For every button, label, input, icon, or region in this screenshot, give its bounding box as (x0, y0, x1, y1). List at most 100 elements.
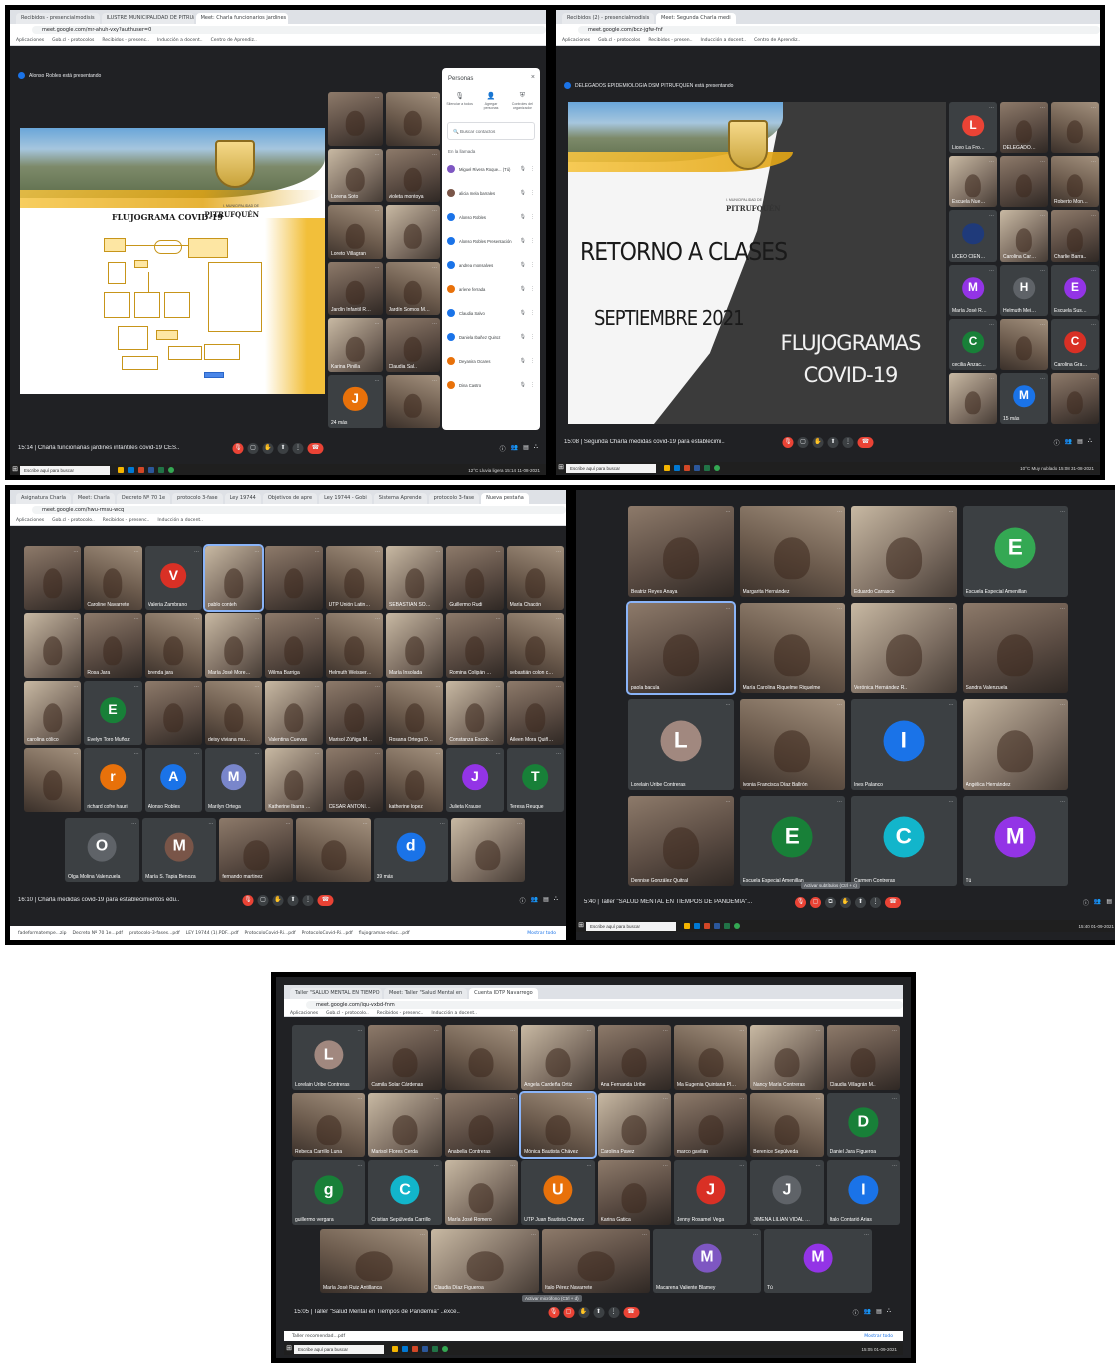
edge-icon[interactable] (402, 1346, 408, 1352)
participant-tile[interactable]: ⋯ Caroline Navarrete (84, 546, 142, 611)
participant-tile[interactable]: C ⋯ Carolina Grave Vale.. (1051, 318, 1099, 370)
file-explorer-icon[interactable] (664, 465, 670, 471)
more-options-icon[interactable]: ⋮ (530, 262, 535, 268)
browser-tab[interactable]: Cuenta IDTP Navarrego (469, 988, 538, 999)
participant-tile[interactable]: ⋯ LICEO CIENCIAS Y.. (949, 210, 997, 262)
browser-tab[interactable]: Meet: Segunda Charla medi (656, 13, 736, 24)
mic-off-button[interactable]: 🎙 (782, 436, 794, 448)
bookmark-item[interactable]: Recibidos - presenc.. (102, 38, 149, 43)
hang-up-button[interactable]: ☎ (307, 442, 324, 454)
person-row[interactable]: Alonso Robles 🎙 ⋮ (442, 205, 540, 229)
activities-icon[interactable]: ⛬ (1088, 438, 1092, 447)
more-options-icon[interactable]: ⋮ (530, 190, 535, 196)
participant-tile[interactable]: ⋯ Escuela Nuevo Ho.. (949, 156, 997, 208)
participant-tile[interactable]: M ⋯ Tú (962, 795, 1068, 886)
participant-tile[interactable]: ⋯ Jardín Somos Mag.. (385, 261, 440, 315)
participant-tile[interactable]: M ⋯ María S. Tapia Benoza (142, 818, 217, 882)
bookmark-item[interactable]: Recibidos - presenc.. (377, 1011, 424, 1016)
participant-tile[interactable]: E ⋯ Escuela Especial Amenillan (739, 795, 845, 886)
word-icon[interactable] (694, 465, 700, 471)
participant-tile[interactable]: ⋯ Margarita Hernández (739, 506, 845, 597)
participant-tile[interactable]: ⋯ Beatriz Reyes Anaya (628, 506, 734, 597)
participant-tile[interactable]: M ⋯ Macarena Valiente Blamey (653, 1229, 761, 1293)
participant-tile[interactable]: ⋯ Wilma Barriga (265, 613, 323, 678)
participant-tile[interactable]: ⋯ Roberto Moncad.. (1051, 156, 1099, 208)
bookmark-item[interactable]: Aplicaciones (562, 38, 590, 43)
activities-icon[interactable]: ⛬ (887, 1308, 891, 1317)
bookmark-item[interactable]: Aplicaciones (290, 1011, 318, 1016)
participant-tile[interactable]: ⋯ (1000, 156, 1048, 208)
bookmark-item[interactable]: Recibidos - presenc.. (103, 518, 150, 523)
more-options-button[interactable]: ⋮ (842, 436, 854, 448)
taskbar-search[interactable]: Escribe aquí para buscar (294, 1344, 384, 1354)
participant-tile[interactable]: ⋯ (24, 747, 82, 812)
participant-tile[interactable]: ⋯ Marisol Flores Cerda (368, 1092, 442, 1158)
participant-tile[interactable]: ⋯ (1000, 318, 1048, 370)
hang-up-button[interactable]: ☎ (623, 1306, 639, 1318)
participant-tile[interactable]: ⋯ (1051, 102, 1099, 154)
file-explorer-icon[interactable] (392, 1346, 398, 1352)
participant-tile[interactable]: ⋯ (24, 613, 82, 678)
camera-button[interactable]: ▢ (257, 894, 269, 906)
present-button[interactable]: ⬆ (855, 896, 866, 908)
more-options-button[interactable]: ⋮ (302, 894, 314, 906)
browser-tab[interactable]: Recibidos - presencialmodisis (16, 13, 100, 24)
participant-tile[interactable]: C ⋯ Carmen Contreras (851, 795, 957, 886)
participant-tile[interactable]: d ⋯ 39 más (373, 818, 448, 882)
participant-tile[interactable]: ⋯ DELEGADOS EPI.. (1000, 102, 1048, 154)
chat-icon[interactable]: ▤ (876, 1308, 882, 1317)
address-bar[interactable]: meet.google.com/bcz-jgfw-fnf (578, 26, 1100, 34)
participant-tile[interactable]: J ⋯ 24 más (328, 374, 383, 428)
raise-hand-button[interactable]: ✋ (812, 436, 824, 448)
browser-tab[interactable]: Meet: Charla funcionarios jardines (195, 13, 288, 24)
browser-tab[interactable]: Nueva pestaña (481, 493, 529, 504)
more-options-icon[interactable]: ⋮ (530, 382, 535, 388)
edge-icon[interactable] (128, 467, 134, 473)
participant-tile[interactable]: g ⋯ guillermo vergara (292, 1160, 366, 1225)
participant-tile[interactable]: ⋯ Angela Cardeña Ortiz (521, 1025, 595, 1090)
participant-tile[interactable]: ⋯ Karina Pinilla (328, 318, 383, 372)
participant-tile[interactable]: ⋯ Guillermo Rudi (446, 546, 504, 611)
participant-tile[interactable]: ⋯ Ivonia Francisca Díaz Ballrón (739, 699, 845, 790)
participant-tile[interactable]: D ⋯ Daniel Jara Figueroa (826, 1092, 900, 1158)
bookmark-item[interactable]: Recibidos - presen.. (648, 38, 692, 43)
bookmark-item[interactable]: Centro de Aprendiz.. (754, 38, 800, 43)
participant-tile[interactable]: ⋯ Mónica Bautista Chávez (519, 1090, 597, 1160)
more-options-button[interactable]: ⋮ (292, 442, 304, 454)
participant-tile[interactable]: L ⋯ Lorelain Uribe Contreras (292, 1025, 366, 1090)
chrome-icon[interactable] (734, 923, 740, 929)
participant-tile[interactable]: T ⋯ Teresa Reuque (506, 747, 564, 812)
participant-tile[interactable]: ⋯ brenda jara (144, 613, 202, 678)
participant-tile[interactable]: ⋯ Lorena Soto (328, 148, 383, 202)
person-row[interactable]: alicia mela barrales 🎙 ⋮ (442, 181, 540, 205)
download-item[interactable]: flujogramas-educ...pdf (359, 931, 410, 936)
present-button[interactable]: ⬆ (287, 894, 299, 906)
participant-tile[interactable]: ⋯ María José Romero (444, 1160, 519, 1225)
participant-tile[interactable]: ⋯ Italo Pérez Navarrete (542, 1229, 650, 1293)
participant-tile[interactable]: ⋯ Constanza Escobar La.. (446, 680, 504, 745)
participant-tile[interactable]: ⋯ (444, 1025, 519, 1090)
excel-icon[interactable] (432, 1346, 438, 1352)
participant-tile[interactable]: ⋯ SEBASTIAN SOTO MAR.. (385, 546, 444, 611)
info-icon[interactable]: ⓘ (853, 1308, 859, 1317)
participant-tile[interactable]: ⋯ María José Ruiz Antillanca (320, 1229, 428, 1293)
mic-off-icon[interactable]: 🎙 (520, 334, 526, 340)
participant-tile[interactable]: ⋯ Rosa Jara (84, 613, 142, 678)
participant-tile[interactable]: E ⋯ Evelyn Toro Muñoz (84, 680, 142, 745)
participant-tile[interactable]: ⋯ (24, 546, 82, 611)
participant-tile[interactable]: M ⋯ María José Roa Av.. (949, 264, 997, 316)
participant-tile[interactable]: ⋯ sebastián colon cuevas (506, 613, 564, 678)
more-options-button[interactable]: ⋮ (608, 1306, 619, 1318)
participant-tile[interactable]: ⋯ Rosana Ortega Duque (385, 680, 444, 745)
participant-tile[interactable]: ⋯ (144, 680, 202, 745)
raise-hand-button[interactable]: ✋ (272, 894, 284, 906)
participant-tile[interactable]: M ⋯ 15 más (1000, 372, 1048, 424)
windows-start-icon[interactable]: ⊞ (10, 464, 20, 475)
browser-tab[interactable]: Meet: Charla (72, 493, 115, 504)
participant-tile[interactable]: I ⋯ Italo Contarió Arias (826, 1160, 900, 1225)
chrome-icon[interactable] (714, 465, 720, 471)
download-item[interactable]: Taller recomendad...pdf (292, 1334, 345, 1339)
download-item[interactable]: ProtocoloCovid-Ri...pdf (244, 931, 295, 936)
present-button[interactable]: ⬆ (593, 1306, 604, 1318)
edge-icon[interactable] (674, 465, 680, 471)
